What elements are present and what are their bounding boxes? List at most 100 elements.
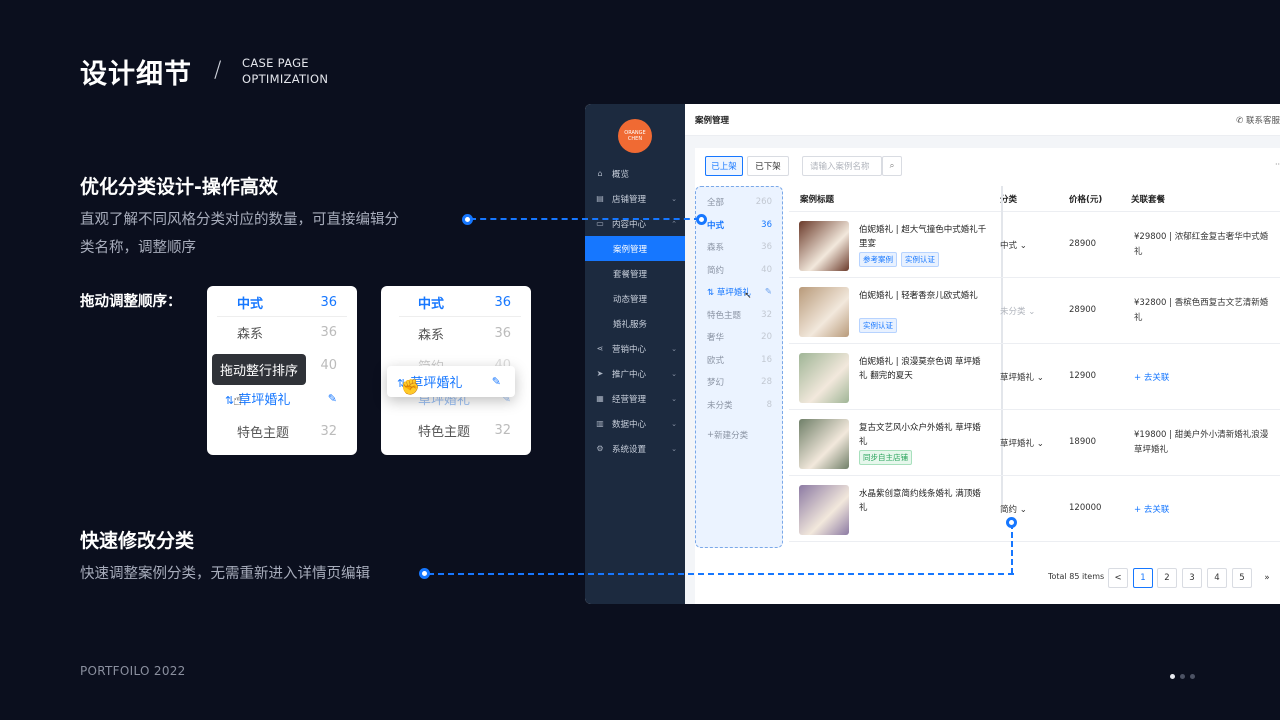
- case-thumbnail[interactable]: [799, 419, 849, 469]
- page-3[interactable]: 3: [1182, 568, 1202, 588]
- search-input[interactable]: 请输入案例名称: [802, 156, 882, 176]
- page-5[interactable]: 5: [1232, 568, 1252, 588]
- sidebar-item[interactable]: ⋖ 营销中心 ⌄: [585, 336, 685, 361]
- dot[interactable]: [1180, 674, 1185, 679]
- package-link[interactable]: ¥29800 | 浓郁红金复古奢华中式婚礼: [1134, 230, 1274, 260]
- card2-row-zhongshi[interactable]: 中式 36: [381, 286, 531, 319]
- chevron-icon: ⌄: [671, 394, 677, 403]
- folder-icon: ▭: [596, 219, 604, 228]
- edit-icon[interactable]: ✎: [765, 287, 772, 297]
- case-title[interactable]: 伯妮婚礼 | 轻奢香奈儿欧式婚礼: [859, 289, 987, 303]
- package-link[interactable]: ¥19800 | 甜美户外小清新婚礼浪漫草坪婚礼: [1134, 428, 1274, 458]
- dot-active[interactable]: [1170, 674, 1175, 679]
- category-item[interactable]: 中式 36: [696, 214, 782, 237]
- category-item[interactable]: 特色主题 32: [696, 304, 782, 327]
- category-select[interactable]: 草坪婚礼 ⌄: [1000, 437, 1044, 449]
- sidebar-item[interactable]: ➤ 推广中心 ⌄: [585, 361, 685, 386]
- category-item[interactable]: 简约 40: [696, 259, 782, 282]
- category-item[interactable]: 未分类 8: [696, 394, 782, 417]
- chevron-icon: ⌃: [671, 219, 677, 228]
- dot[interactable]: [1190, 674, 1195, 679]
- link-package-button[interactable]: + 去关联: [1134, 503, 1169, 515]
- card1-row-tese[interactable]: 特色主题 32: [207, 415, 357, 448]
- page-1[interactable]: 1: [1133, 568, 1153, 588]
- category-item[interactable]: ⇅ 草坪婚礼 ✎: [696, 281, 782, 304]
- sidebar-item[interactable]: 案例管理: [585, 236, 685, 261]
- category-select[interactable]: 简约 ⌄: [1000, 503, 1027, 515]
- sidebar-item[interactable]: 婚礼服务: [585, 311, 685, 336]
- sidebar-item[interactable]: ▥ 数据中心 ⌄: [585, 411, 685, 436]
- page-title: 设计细节: [80, 59, 192, 90]
- home-icon: ⌂: [597, 169, 603, 178]
- case-title[interactable]: 伯妮婚礼 | 超大气撞色中式婚礼千里宴: [859, 223, 987, 251]
- category-item[interactable]: 梦幻 28: [696, 371, 782, 394]
- pointer-cursor-icon: ➚: [744, 291, 752, 301]
- table-row[interactable]: 复古文艺风小众户外婚礼 草坪婚礼 同步自主店铺 草坪婚礼 ⌄ 18900 ¥19800 …: [789, 410, 1280, 476]
- category-item[interactable]: 欧式 16: [696, 349, 782, 372]
- row-label: 中式: [418, 297, 445, 312]
- chevron-icon: ⌄: [671, 194, 677, 203]
- case-thumbnail[interactable]: [799, 287, 849, 337]
- edit-icon[interactable]: ✎: [328, 392, 337, 405]
- edit-icon: ✎: [491, 375, 501, 388]
- case-thumbnail[interactable]: [799, 353, 849, 403]
- category-select[interactable]: 草坪婚礼 ⌄: [1000, 371, 1044, 383]
- sidebar-item[interactable]: ▤ 店铺管理 ⌄: [585, 186, 685, 211]
- category-count: 28: [761, 377, 772, 388]
- sidebar-item[interactable]: 套餐管理: [585, 261, 685, 286]
- sidebar-item[interactable]: ▦ 经营管理 ⌄: [585, 386, 685, 411]
- brand-logo[interactable]: ORANGE CHEN: [618, 119, 652, 153]
- sidebar-item[interactable]: ⚙ 系统设置 ⌄: [585, 436, 685, 461]
- case-thumbnail[interactable]: [799, 221, 849, 271]
- card1-row-zhongshi[interactable]: 中式 36: [207, 286, 357, 319]
- category-item[interactable]: 森系 36: [696, 236, 782, 259]
- page-subtitle: CASE PAGE OPTIMIZATION: [242, 55, 328, 87]
- category-item[interactable]: 全部 260: [696, 191, 782, 214]
- card1-row-senxi[interactable]: 森系 36: [207, 316, 357, 349]
- add-category-button[interactable]: + 新建分类: [696, 424, 782, 447]
- sidebar-item-label: 案例管理: [613, 244, 648, 255]
- connector-line-top: [470, 218, 700, 220]
- sidebar-item[interactable]: 动态管理: [585, 286, 685, 311]
- row-count: 40: [320, 358, 337, 373]
- footer-label: PORTFOILO 2022: [80, 664, 186, 678]
- contact-link[interactable]: ✆ 联系客服: [1236, 114, 1280, 126]
- category-name: 森系: [707, 243, 725, 254]
- case-thumbnail[interactable]: [799, 485, 849, 535]
- package-link[interactable]: ¥32800 | 香槟色西复古文艺清新婚礼: [1134, 296, 1274, 326]
- section1-title: 优化分类设计-操作高效: [80, 176, 278, 198]
- category-select[interactable]: 未分类 ⌄: [1000, 305, 1035, 317]
- card1-row-caoping[interactable]: ⇅ 草坪婚礼 ✎: [207, 382, 357, 415]
- pagination-prev[interactable]: <: [1108, 568, 1128, 588]
- category-name: 欧式: [707, 355, 725, 366]
- card2-row-tese[interactable]: 特色主题 32: [381, 414, 531, 447]
- more-icon[interactable]: ···: [1275, 160, 1280, 169]
- page-4[interactable]: 4: [1207, 568, 1227, 588]
- pagination-next[interactable]: »: [1257, 568, 1277, 588]
- category-select[interactable]: 中式 ⌄: [1000, 239, 1027, 251]
- category-item[interactable]: 奢华 20: [696, 326, 782, 349]
- row-count: 32: [494, 423, 511, 438]
- table-row[interactable]: 伯妮婚礼 | 浪漫莫奈色调 草坪婚礼 翻完的夏天 草坪婚礼 ⌄ 12900 + 去关联: [789, 344, 1280, 410]
- tab-listed[interactable]: 已上架: [705, 156, 743, 176]
- category-count: 20: [761, 332, 772, 343]
- subtitle-line-2: OPTIMIZATION: [242, 72, 329, 86]
- grab-cursor-icon: ✊: [401, 378, 420, 396]
- link-package-button[interactable]: + 去关联: [1134, 371, 1169, 383]
- card2-row-senxi[interactable]: 森系 36: [381, 317, 531, 350]
- chevron-down-icon: ⌄: [1034, 439, 1044, 449]
- sort-icon[interactable]: ⇅: [707, 288, 717, 298]
- case-title[interactable]: 伯妮婚礼 | 浪漫莫奈色调 草坪婚礼 翻完的夏天: [859, 355, 987, 383]
- sidebar-item[interactable]: ▭ 内容中心 ⌃: [585, 211, 685, 236]
- sidebar: ORANGE CHEN ⌂ 概览 ▤ 店铺管理 ⌄ ▭ 内容中心 ⌃ 案例管理套餐管理 动态管理婚…: [585, 104, 685, 604]
- table-row[interactable]: 伯妮婚礼 | 超大气撞色中式婚礼千里宴 参考案例 实例认证 中式 ⌄ 28900 ¥298…: [789, 212, 1280, 278]
- search-button[interactable]: ⌕: [882, 156, 902, 176]
- sidebar-item[interactable]: ⌂ 概览: [585, 161, 685, 186]
- case-title[interactable]: 水晶紫创意简约线条婚礼 满顶婚礼: [859, 487, 987, 515]
- table-row[interactable]: 水晶紫创意简约线条婚礼 满顶婚礼 简约 ⌄ 120000 + 去关联: [789, 476, 1280, 542]
- case-title[interactable]: 复古文艺风小众户外婚礼 草坪婚礼: [859, 421, 987, 449]
- page-2[interactable]: 2: [1157, 568, 1177, 588]
- slide-indicator[interactable]: [1170, 674, 1195, 679]
- tab-unlisted[interactable]: 已下架: [747, 156, 789, 176]
- table-row[interactable]: 伯妮婚礼 | 轻奢香奈儿欧式婚礼 实例认证 未分类 ⌄ 28900 ¥32800 | 香…: [789, 278, 1280, 344]
